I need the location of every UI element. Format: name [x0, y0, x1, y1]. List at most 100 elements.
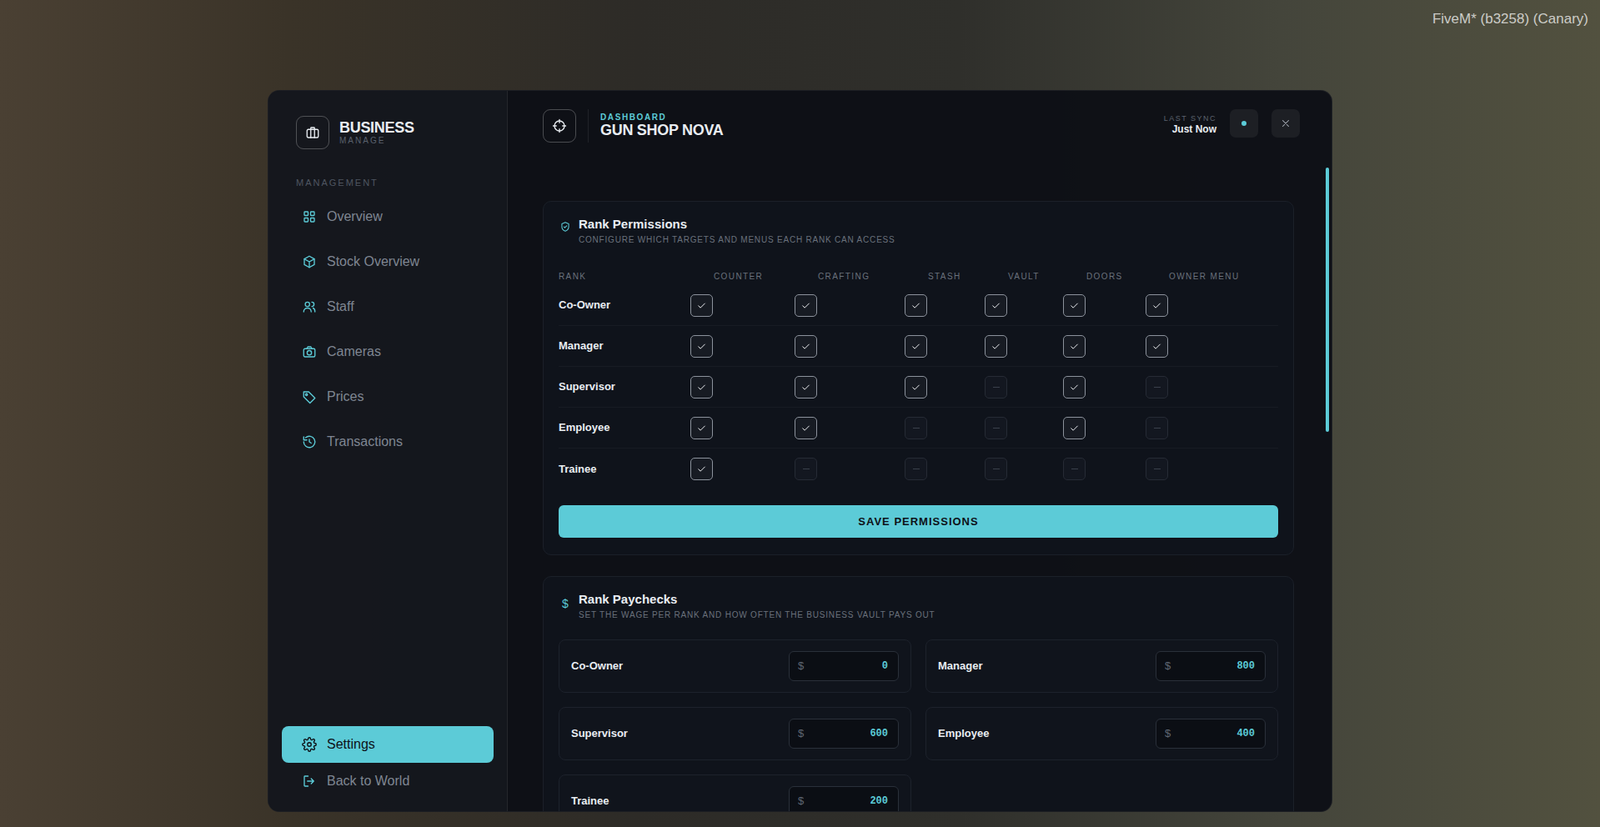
- permission-checkbox[interactable]: [794, 457, 818, 481]
- wage-input[interactable]: [808, 657, 890, 675]
- permission-checkbox[interactable]: [1145, 335, 1169, 358]
- permission-checkbox[interactable]: [904, 335, 928, 358]
- close-button[interactable]: [1271, 109, 1300, 138]
- rank-name: Supervisor: [571, 725, 628, 743]
- column-header: VAULT: [984, 270, 1064, 283]
- check-icon: [696, 422, 708, 434]
- wage-field[interactable]: $: [1155, 718, 1266, 749]
- column-header: DOORS: [1063, 270, 1146, 283]
- dash-mark: [912, 427, 920, 429]
- wage-input[interactable]: [1175, 725, 1257, 743]
- sync-value: Just Now: [1163, 123, 1217, 137]
- permission-checkbox[interactable]: [794, 376, 818, 399]
- permission-checkbox[interactable]: [1145, 416, 1169, 440]
- permission-row: Manager: [558, 326, 1279, 367]
- permission-cell: [984, 457, 1064, 481]
- sidebar-item[interactable]: Prices: [281, 378, 494, 416]
- sidebar-item[interactable]: Cameras: [281, 333, 494, 371]
- sidebar-item[interactable]: Transactions: [281, 423, 494, 461]
- permission-checkbox[interactable]: [984, 457, 1008, 481]
- paycheck-grid: Co-Owner$Manager$Supervisor$Employee$Tra…: [558, 639, 1279, 812]
- card-header: $Rank PaychecksSET THE WAGE PER RANK AND…: [558, 591, 1279, 621]
- permission-checkbox[interactable]: [1145, 376, 1169, 399]
- permission-checkbox[interactable]: [794, 294, 818, 317]
- sidebar-item-label: Cameras: [326, 341, 382, 362]
- paycheck-row: Supervisor $: [558, 707, 912, 761]
- permission-checkbox[interactable]: [984, 335, 1008, 358]
- wage-field[interactable]: $: [788, 718, 899, 749]
- permission-checkbox[interactable]: [690, 416, 713, 440]
- permission-checkbox[interactable]: [794, 335, 818, 358]
- section-label: MANAGEMENT: [281, 149, 494, 199]
- dash-mark: [1153, 468, 1161, 470]
- brand-badge: [295, 115, 330, 150]
- check-icon: [696, 463, 708, 475]
- scrollbar-track[interactable]: [1325, 167, 1330, 812]
- sidebar-item[interactable]: Overview: [281, 198, 494, 236]
- paycheck-row: Manager$: [925, 639, 1279, 693]
- permission-checkbox[interactable]: [984, 376, 1008, 399]
- permission-checkbox[interactable]: [904, 457, 928, 481]
- currency-symbol: $: [797, 657, 804, 675]
- wage-field[interactable]: $: [788, 651, 899, 682]
- permission-checkbox[interactable]: [1145, 294, 1169, 317]
- header-badge: [542, 109, 577, 143]
- sidebar-item-label: Overview: [326, 206, 383, 227]
- permission-checkbox[interactable]: [1063, 416, 1086, 440]
- permission-checkbox[interactable]: [690, 376, 713, 399]
- rank-name: Co-Owner: [558, 296, 691, 314]
- permission-checkbox[interactable]: [1063, 457, 1086, 481]
- permissions-rows: Co-OwnerManagerSupervisorEmployeeTrainee: [558, 285, 1279, 490]
- sync-status-button[interactable]: [1229, 109, 1259, 138]
- business-name: GUN SHOP NOVA: [600, 121, 723, 141]
- dash-mark: [993, 386, 1000, 388]
- sidebar-item[interactable]: Staff: [281, 288, 494, 326]
- permission-checkbox[interactable]: [690, 335, 713, 358]
- dash-mark: [1153, 427, 1161, 429]
- permission-checkbox[interactable]: [1063, 335, 1086, 358]
- permission-checkbox[interactable]: [690, 294, 713, 317]
- check-icon: [1068, 300, 1080, 311]
- permission-checkbox[interactable]: [1063, 376, 1086, 399]
- sidebar-item[interactable]: Settings: [281, 726, 494, 763]
- permission-checkbox[interactable]: [904, 376, 928, 399]
- permission-cell: [1063, 335, 1146, 358]
- rank-name: Employee: [558, 419, 691, 437]
- permission-checkbox[interactable]: [984, 294, 1008, 317]
- scrollbar-thumb[interactable]: [1325, 167, 1330, 432]
- wage-input[interactable]: [808, 792, 890, 810]
- brand-text: BUSINESSMANAGE: [339, 120, 415, 146]
- permission-checkbox[interactable]: [794, 416, 818, 440]
- permission-cell: [794, 376, 905, 399]
- business-panel: BUSINESSMANAGE MANAGEMENT Overview Stock Ov…: [267, 90, 1333, 813]
- sidebar-item[interactable]: Stock Overview: [281, 243, 494, 281]
- permission-cell: [904, 335, 985, 358]
- wage-field[interactable]: $: [788, 786, 899, 812]
- permission-checkbox[interactable]: [904, 294, 928, 317]
- exit-icon: [301, 773, 317, 789]
- permission-checkbox[interactable]: [904, 416, 928, 440]
- permission-checkbox[interactable]: [690, 457, 713, 481]
- sidebar-item[interactable]: Back to World: [281, 762, 494, 800]
- permission-checkbox[interactable]: [1145, 457, 1169, 481]
- permission-cell: [984, 335, 1064, 358]
- rank-name: Co-Owner: [571, 657, 623, 675]
- permissions-card: Rank PermissionsCONFIGURE WHICH TARGETS …: [542, 200, 1295, 556]
- permission-checkbox[interactable]: [984, 416, 1008, 440]
- currency-symbol: $: [1164, 725, 1171, 743]
- permission-checkbox[interactable]: [1063, 294, 1086, 317]
- wage-field[interactable]: $: [1155, 651, 1266, 682]
- tag-icon: [301, 389, 317, 405]
- permission-cell: [794, 294, 905, 317]
- permission-cell: [690, 376, 795, 399]
- permission-cell: [1063, 457, 1146, 481]
- sidebar-item-label: Stock Overview: [326, 251, 420, 272]
- check-icon: [990, 300, 1002, 311]
- wage-input[interactable]: [808, 725, 890, 743]
- wage-input[interactable]: [1175, 657, 1257, 675]
- permission-cell: [1145, 294, 1279, 317]
- card-titles: Rank PaychecksSET THE WAGE PER RANK AND …: [578, 591, 936, 621]
- save-button[interactable]: SAVE PERMISSIONS: [558, 505, 1279, 538]
- close-icon: [1279, 117, 1292, 130]
- rank-name: Trainee: [558, 461, 691, 478]
